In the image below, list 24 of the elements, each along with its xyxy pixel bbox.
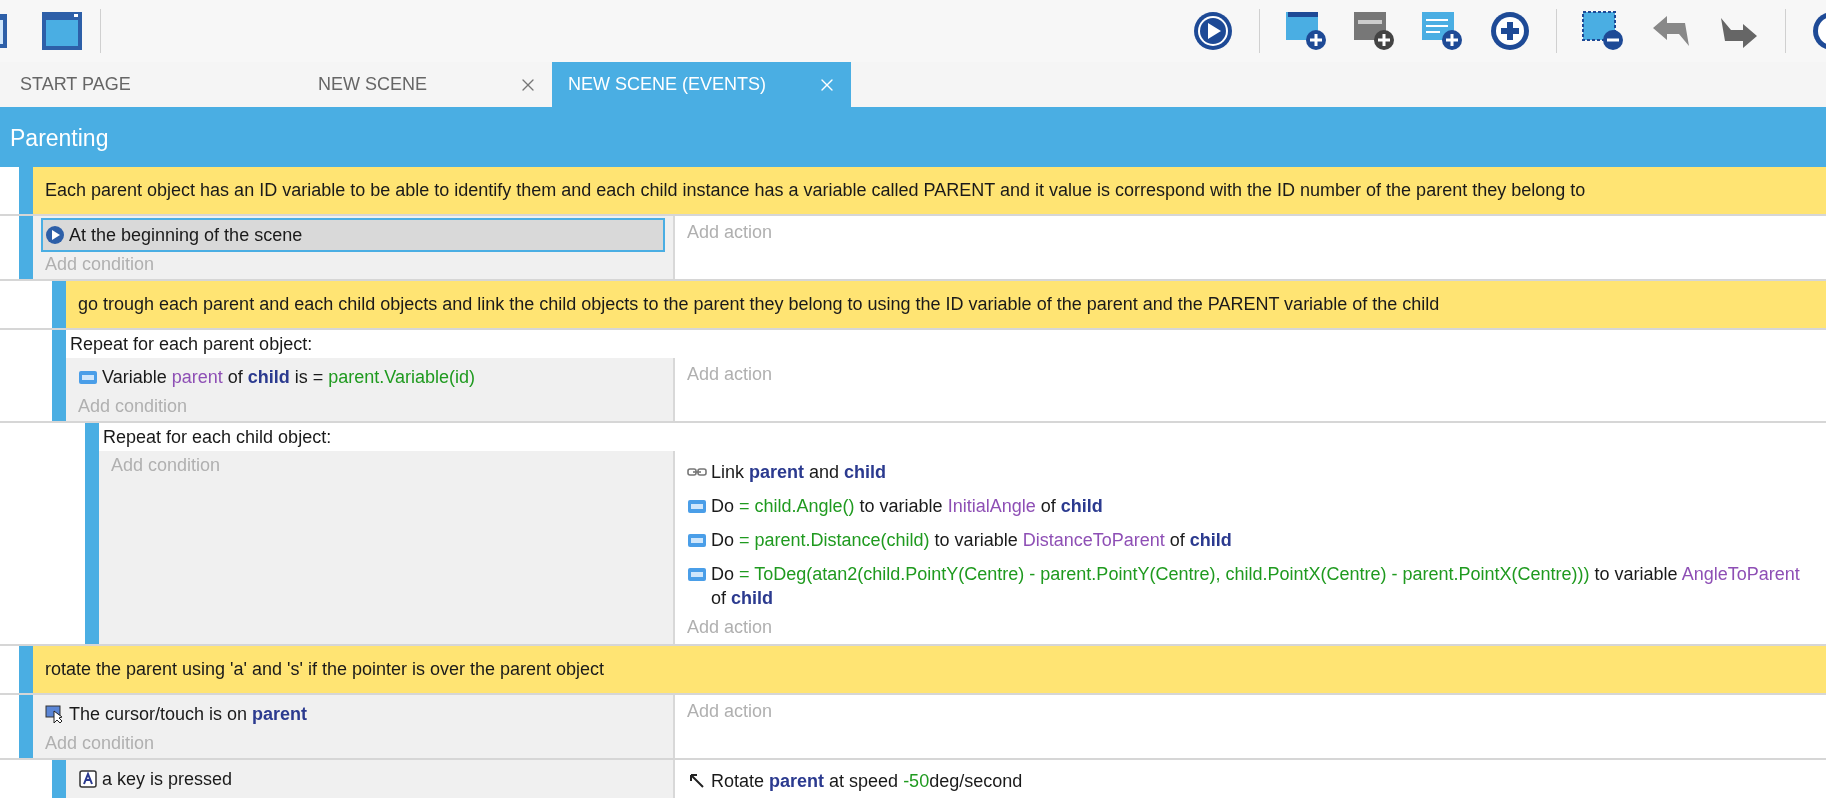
play-icon[interactable] [1191,10,1235,52]
remove-window-icon[interactable] [1581,10,1625,52]
action[interactable]: Do = child.Angle() to variable InitialAngle of child [683,489,1818,523]
add-list-icon[interactable] [1420,10,1464,52]
group-title: Parenting [0,110,1826,167]
action[interactable]: Do = parent.Distance(child) to variable DistanceToParent of child [683,523,1818,557]
cursor-icon [45,704,65,724]
action[interactable]: Link parent and child [683,455,1818,489]
add-window-icon[interactable] [1284,10,1328,52]
condition[interactable]: The cursor/touch is on parent [41,697,665,731]
window-icon[interactable] [40,10,84,52]
action[interactable]: Do = ToDeg(atan2(child.PointY(Centre) - parent.PointY(Centre), child.PointX(Centre) - parent.PointX(Centre))) to variable AngleToParent of child [683,557,1818,615]
comment[interactable]: rotate the parent using 'a' and 's' if the pointer is over the parent object [33,646,1826,693]
action[interactable]: Rotate parent at speed -50deg/second [683,764,1818,798]
condition[interactable]: Variable parent of child is = parent.Variable(id) [74,360,665,394]
key-icon [78,769,98,789]
tab[interactable]: NEW SCENE [298,62,552,107]
tab[interactable]: START PAGE [0,62,298,107]
comment[interactable]: go trough each parent and each child objects and link the child objects to the parent they belong to using the ID variable of the parent and the PARENT variable of the child [66,281,1826,328]
comment[interactable]: Each parent object has an ID variable to be able to identify them and each child instance has a variable called PARENT and it value is correspond with the ID number of the parent they belong to [33,167,1826,214]
play-icon [45,225,65,245]
condition[interactable]: At the beginning of the scene [41,218,665,252]
plus-icon[interactable] [1488,10,1532,52]
add-window-icon[interactable] [1352,10,1396,52]
